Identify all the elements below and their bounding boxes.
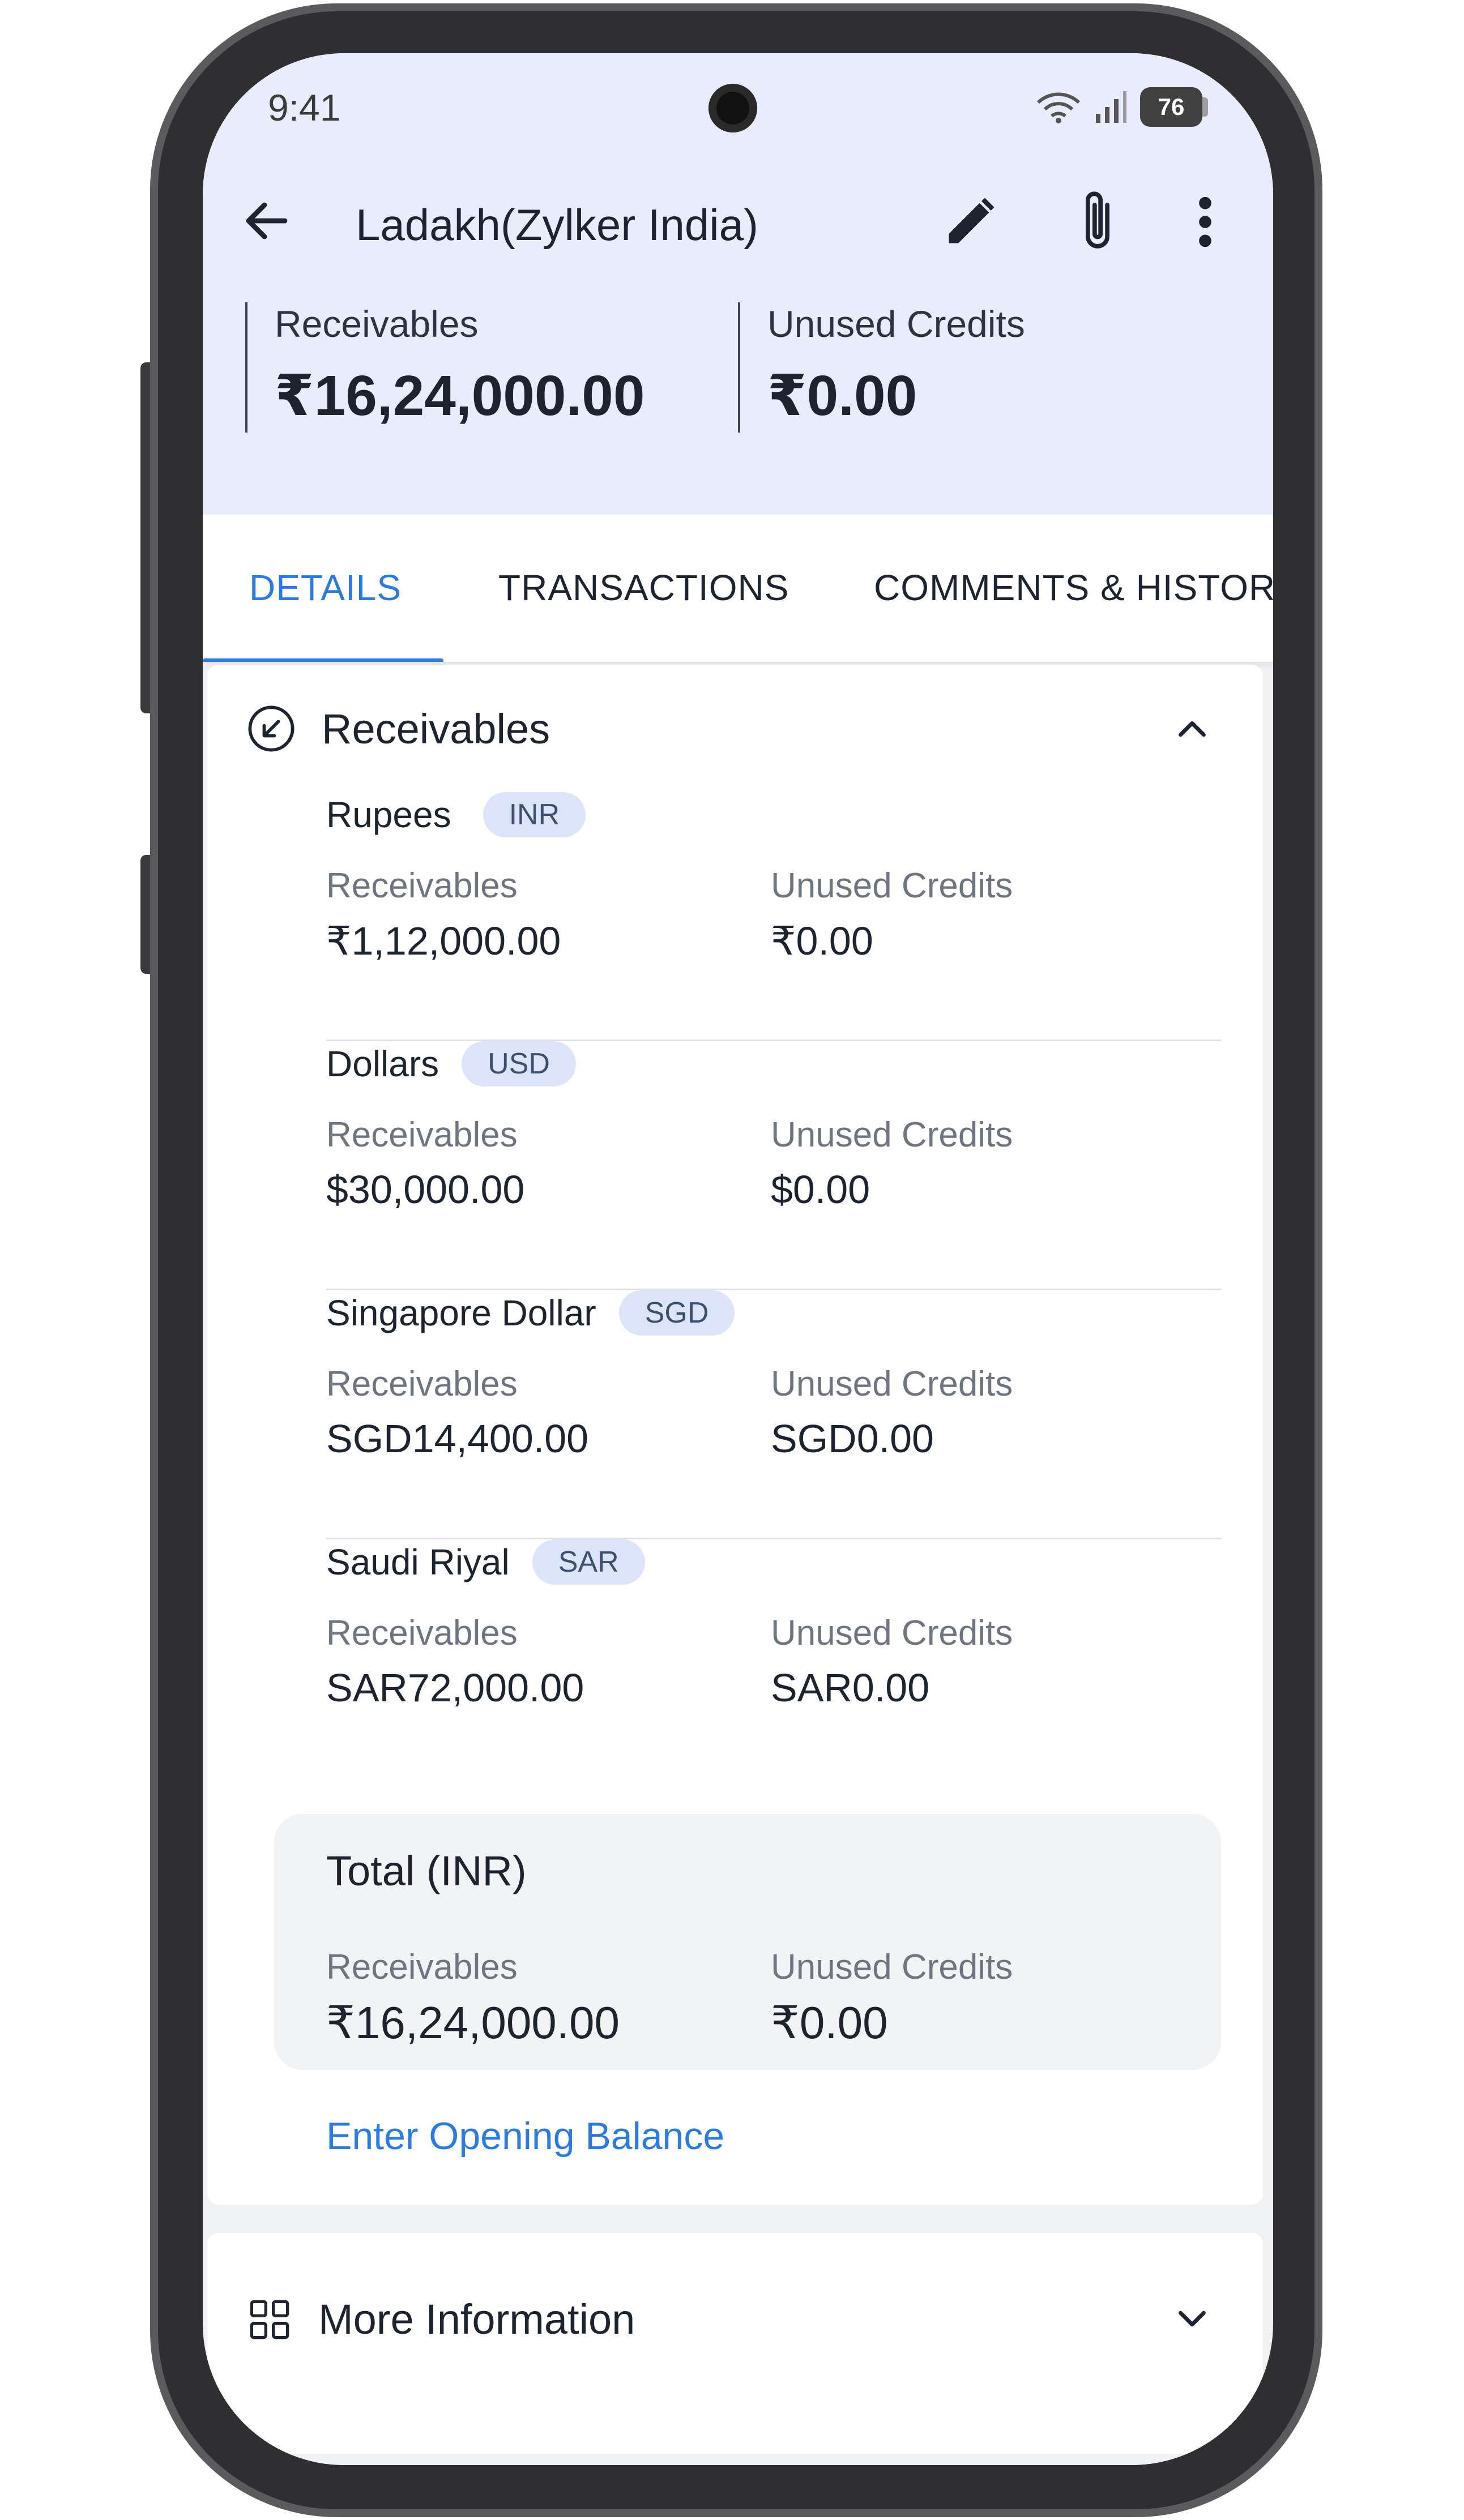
balance-summary: Receivables ₹16,24,000.00 Unused Credits… — [203, 302, 1273, 433]
receivables-label: Receivables — [326, 1364, 518, 1404]
bottom-strip — [203, 2454, 1273, 2465]
currency-code-badge: USD — [462, 1041, 576, 1086]
summary-receivables: Receivables ₹16,24,000.00 — [245, 302, 644, 433]
page-title: Ladakh(Zylker India) — [356, 200, 758, 250]
unused-credits-value: SAR0.00 — [771, 1666, 930, 1710]
currency-name: Rupees — [326, 794, 451, 835]
active-tab-indicator — [203, 658, 443, 662]
attachment-clip-icon[interactable] — [1072, 188, 1123, 256]
summary-receivables-label: Receivables — [275, 303, 479, 345]
unused-credits-value: $0.00 — [771, 1167, 870, 1212]
tab-bar: DETAILS TRANSACTIONS COMMENTS & HISTORY — [203, 515, 1273, 663]
tab-details[interactable]: DETAILS — [249, 567, 402, 609]
receivables-section-header[interactable]: Receivables — [247, 704, 550, 753]
total-inr-box: Total (INR) Receivables Unused Credits ₹… — [274, 1814, 1221, 2070]
wifi-icon — [1036, 92, 1081, 123]
receivables-card: Receivables Rupees INR Receivables Unuse… — [207, 665, 1263, 2205]
unused-credits-label: Unused Credits — [771, 866, 1013, 905]
receivables-value: ₹1,12,000.00 — [326, 919, 561, 963]
summary-credits-label: Unused Credits — [767, 303, 1025, 345]
unused-credits-label: Unused Credits — [771, 1364, 1013, 1404]
currency-row-usd: Dollars USD Receivables Unused Credits $… — [326, 1041, 1221, 1290]
total-title: Total (INR) — [326, 1847, 527, 1894]
receivables-value: SAR72,000.00 — [326, 1666, 584, 1710]
currency-code-badge: SAR — [532, 1539, 645, 1585]
status-icons: 76 — [1036, 87, 1208, 127]
receivables-value: SGD14,400.00 — [326, 1417, 589, 1461]
enter-opening-balance-link[interactable]: Enter Opening Balance — [326, 2114, 724, 2158]
unused-credits-label: Unused Credits — [771, 1614, 1013, 1653]
currency-code-badge: SGD — [618, 1290, 735, 1336]
currency-code-badge: INR — [483, 792, 586, 837]
receivables-label: Receivables — [326, 1614, 518, 1653]
grid-icon — [250, 2300, 289, 2339]
receivable-arrow-circle-icon — [248, 705, 294, 752]
total-credits-label: Unused Credits — [771, 1948, 1013, 1987]
currency-row-inr: Rupees INR Receivables Unused Credits ₹1… — [326, 792, 1221, 1041]
tab-transactions[interactable]: TRANSACTIONS — [498, 567, 789, 609]
summary-credits-value: ₹0.00 — [767, 364, 917, 427]
back-arrow-icon[interactable] — [240, 194, 294, 248]
summary-unused-credits: Unused Credits ₹0.00 — [738, 302, 1025, 433]
summary-receivables-value: ₹16,24,000.00 — [275, 364, 645, 427]
battery-indicator: 76 — [1140, 87, 1208, 127]
currency-row-sgd: Singapore Dollar SGD Receivables Unused … — [326, 1290, 1221, 1539]
receivables-label: Receivables — [326, 1115, 518, 1154]
receivables-value: $30,000.00 — [326, 1167, 525, 1212]
app-bar: Ladakh(Zylker India) — [203, 166, 1273, 274]
receivables-label: Receivables — [326, 866, 518, 905]
more-information-card: More Information — [207, 2233, 1263, 2454]
currency-name: Saudi Riyal — [326, 1542, 510, 1582]
currency-name: Singapore Dollar — [326, 1293, 596, 1333]
total-receivables-value: ₹16,24,000.00 — [326, 1997, 620, 2048]
currency-row-sar: Saudi Riyal SAR Receivables Unused Credi… — [326, 1539, 1221, 1789]
phone-screen: 9:41 76 Ladakh(Zylker India) Receivables… — [203, 53, 1273, 2465]
signal-icon — [1096, 91, 1126, 123]
unused-credits-label: Unused Credits — [771, 1115, 1013, 1154]
edit-pencil-icon[interactable] — [942, 194, 998, 250]
more-vertical-icon[interactable] — [1194, 194, 1217, 250]
status-time: 9:41 — [268, 87, 341, 129]
tab-comments-history[interactable]: COMMENTS & HISTORY — [874, 567, 1273, 609]
unused-credits-value: ₹0.00 — [771, 919, 873, 963]
currency-name: Dollars — [326, 1043, 439, 1084]
front-camera — [708, 84, 757, 132]
more-information-title: More Information — [318, 2296, 635, 2343]
chevron-down-icon[interactable] — [1172, 2298, 1212, 2338]
unused-credits-value: SGD0.00 — [771, 1417, 934, 1461]
total-credits-value: ₹0.00 — [771, 1997, 888, 2048]
more-information-header[interactable]: More Information — [247, 2295, 635, 2343]
header: 9:41 76 Ladakh(Zylker India) Receivables… — [203, 53, 1273, 515]
receivables-section-title: Receivables — [322, 705, 550, 752]
chevron-up-icon[interactable] — [1172, 710, 1212, 750]
total-receivables-label: Receivables — [326, 1948, 518, 1987]
